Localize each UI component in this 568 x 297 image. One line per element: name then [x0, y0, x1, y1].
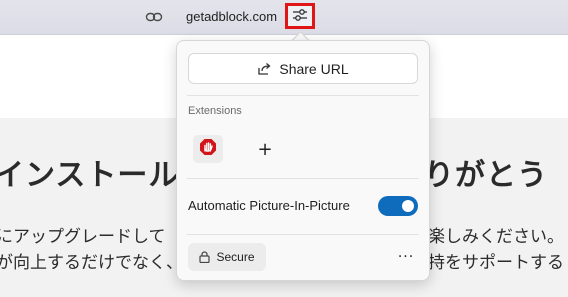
pip-label: Automatic Picture-In-Picture: [188, 198, 350, 213]
share-icon: [257, 62, 271, 76]
page-heading-right: りがとう: [424, 158, 548, 193]
page-text-right: 楽しみください。: [428, 227, 564, 247]
divider: [187, 234, 419, 235]
toggle-knob: [402, 200, 414, 212]
link-icon[interactable]: [145, 9, 163, 25]
share-url-label: Share URL: [279, 60, 349, 77]
divider: [187, 95, 419, 96]
extensions-heading: Extensions: [188, 105, 242, 117]
divider: [187, 178, 419, 179]
site-settings-popup: Share URL Extensions + Automatic Picture…: [176, 40, 430, 281]
more-icon: ···: [397, 249, 415, 265]
add-extension-icon: +: [257, 138, 273, 160]
sliders-icon: [292, 7, 308, 26]
page-heading-left: インストール: [0, 158, 180, 193]
lock-icon: [199, 251, 211, 263]
page-text-left: が向上するだけでなく、: [0, 253, 183, 273]
share-url-button[interactable]: Share URL: [188, 53, 418, 84]
add-extension-button[interactable]: +: [251, 135, 279, 163]
adblock-extension-button[interactable]: [193, 135, 223, 163]
secure-button[interactable]: Secure: [188, 243, 266, 271]
adblock-extension-icon: [199, 138, 217, 160]
pip-toggle[interactable]: [378, 196, 418, 216]
address-bar: getadblock.com: [0, 0, 568, 35]
secure-label: Secure: [216, 250, 255, 264]
page-text-left: にアップグレードして: [0, 227, 166, 247]
page-settings-button[interactable]: [285, 3, 315, 29]
page-text-right: 持をサポートする: [428, 253, 564, 273]
url-text[interactable]: getadblock.com: [186, 9, 277, 24]
more-options-button[interactable]: ···: [395, 246, 417, 268]
